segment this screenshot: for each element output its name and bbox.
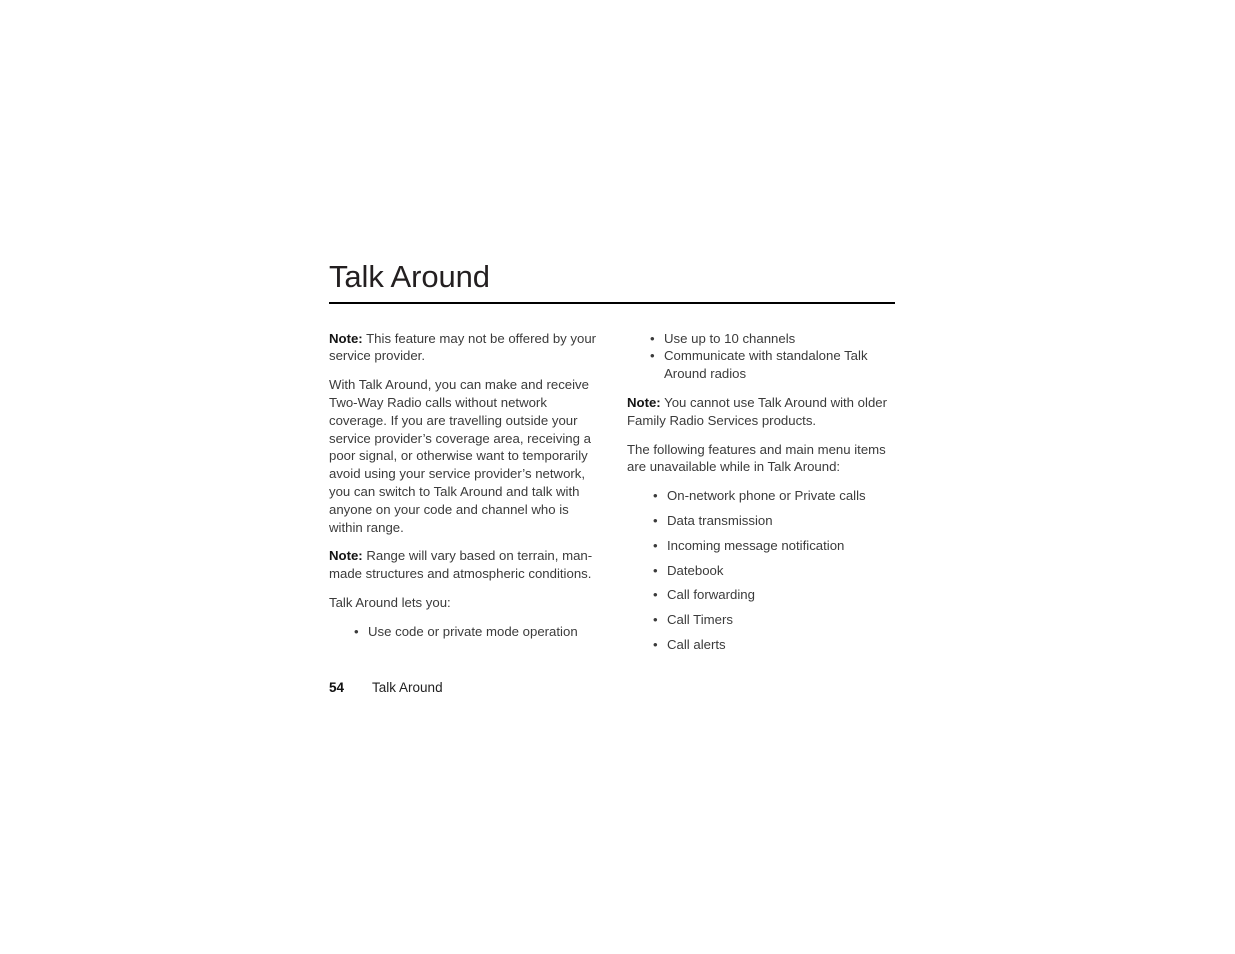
footer-page-number: 54 <box>329 680 345 695</box>
bullet-icon: • <box>653 537 658 553</box>
note-paragraph-1: Note: This feature may not be offered by… <box>329 330 597 366</box>
list-item-label: Use code or private mode operation <box>368 623 578 639</box>
lead-in-talk-around-lets-you: Talk Around lets you: <box>329 594 451 610</box>
note-text-1: This feature may not be offered by your … <box>329 330 597 364</box>
list-item: • Incoming message notification <box>651 537 895 555</box>
note-label-1: Note: <box>329 330 363 346</box>
note-label-3: Note: <box>627 394 661 410</box>
talk-around-feature-list-continued: • Use up to 10 channels • Communicate with… <box>648 330 895 383</box>
two-column-body: Note: This feature may not be offered by… <box>329 330 895 665</box>
bullet-icon: • <box>653 587 658 603</box>
page-footer: 54 Talk Around <box>329 679 443 697</box>
bullet-icon: • <box>653 488 658 504</box>
list-item-label: Communicate with standalone Talk Around … <box>664 348 868 382</box>
note-label-2: Note: <box>329 548 363 564</box>
bullet-icon: • <box>653 512 658 528</box>
title-divider <box>329 302 895 304</box>
list-item: • Datebook <box>651 562 895 580</box>
list-item-label: Datebook <box>667 562 724 578</box>
list-item: • Call forwarding <box>651 586 895 604</box>
note-text-3: You cannot use Talk Around with older Fa… <box>627 394 888 428</box>
bullet-icon: • <box>354 623 359 639</box>
list-item: • Call Timers <box>651 611 895 629</box>
body-paragraph-1: With Talk Around, you can make and recei… <box>329 377 591 535</box>
list-item: • Data transmission <box>651 512 895 530</box>
list-item-label: On-network phone or Private calls <box>667 488 866 504</box>
list-item: • On-network phone or Private calls <box>651 487 895 505</box>
list-item: • Communicate with standalone Talk Around… <box>648 347 895 383</box>
page-content: Talk Around Note: This feature may not b… <box>329 258 895 665</box>
left-column: Note: This feature may not be offered by… <box>329 330 597 652</box>
list-item: • Call alerts <box>651 636 895 654</box>
list-item-label: Call Timers <box>667 612 733 628</box>
list-item: • Use code or private mode operation <box>352 623 597 641</box>
bullet-icon: • <box>653 562 658 578</box>
unavailable-features-list: • On-network phone or Private calls • Data… <box>651 487 895 654</box>
page-title: Talk Around <box>329 259 490 294</box>
bullet-icon: • <box>650 330 655 346</box>
list-item-label: Use up to 10 channels <box>664 330 796 346</box>
bullet-icon: • <box>653 612 658 628</box>
footer-chapter-title: Talk Around <box>372 680 443 695</box>
bullet-icon: • <box>653 636 658 652</box>
bullet-icon: • <box>650 348 655 364</box>
list-item-label: Call alerts <box>667 636 726 652</box>
lead-in-unavailable-features: The following features and main menu ite… <box>627 441 886 475</box>
note-paragraph-3: Note: You cannot use Talk Around with ol… <box>627 394 895 430</box>
note-paragraph-2: Note: Range will vary based on terrain, … <box>329 547 597 583</box>
talk-around-feature-list: • Use code or private mode operation <box>352 623 597 641</box>
note-text-2: Range will vary based on terrain, man-ma… <box>329 548 593 582</box>
list-item: • Use up to 10 channels <box>648 330 895 348</box>
list-item-label: Incoming message notification <box>667 537 845 553</box>
right-column: • Use up to 10 channels • Communicate with… <box>627 330 895 665</box>
list-item-label: Data transmission <box>667 512 773 528</box>
list-item-label: Call forwarding <box>667 587 755 603</box>
